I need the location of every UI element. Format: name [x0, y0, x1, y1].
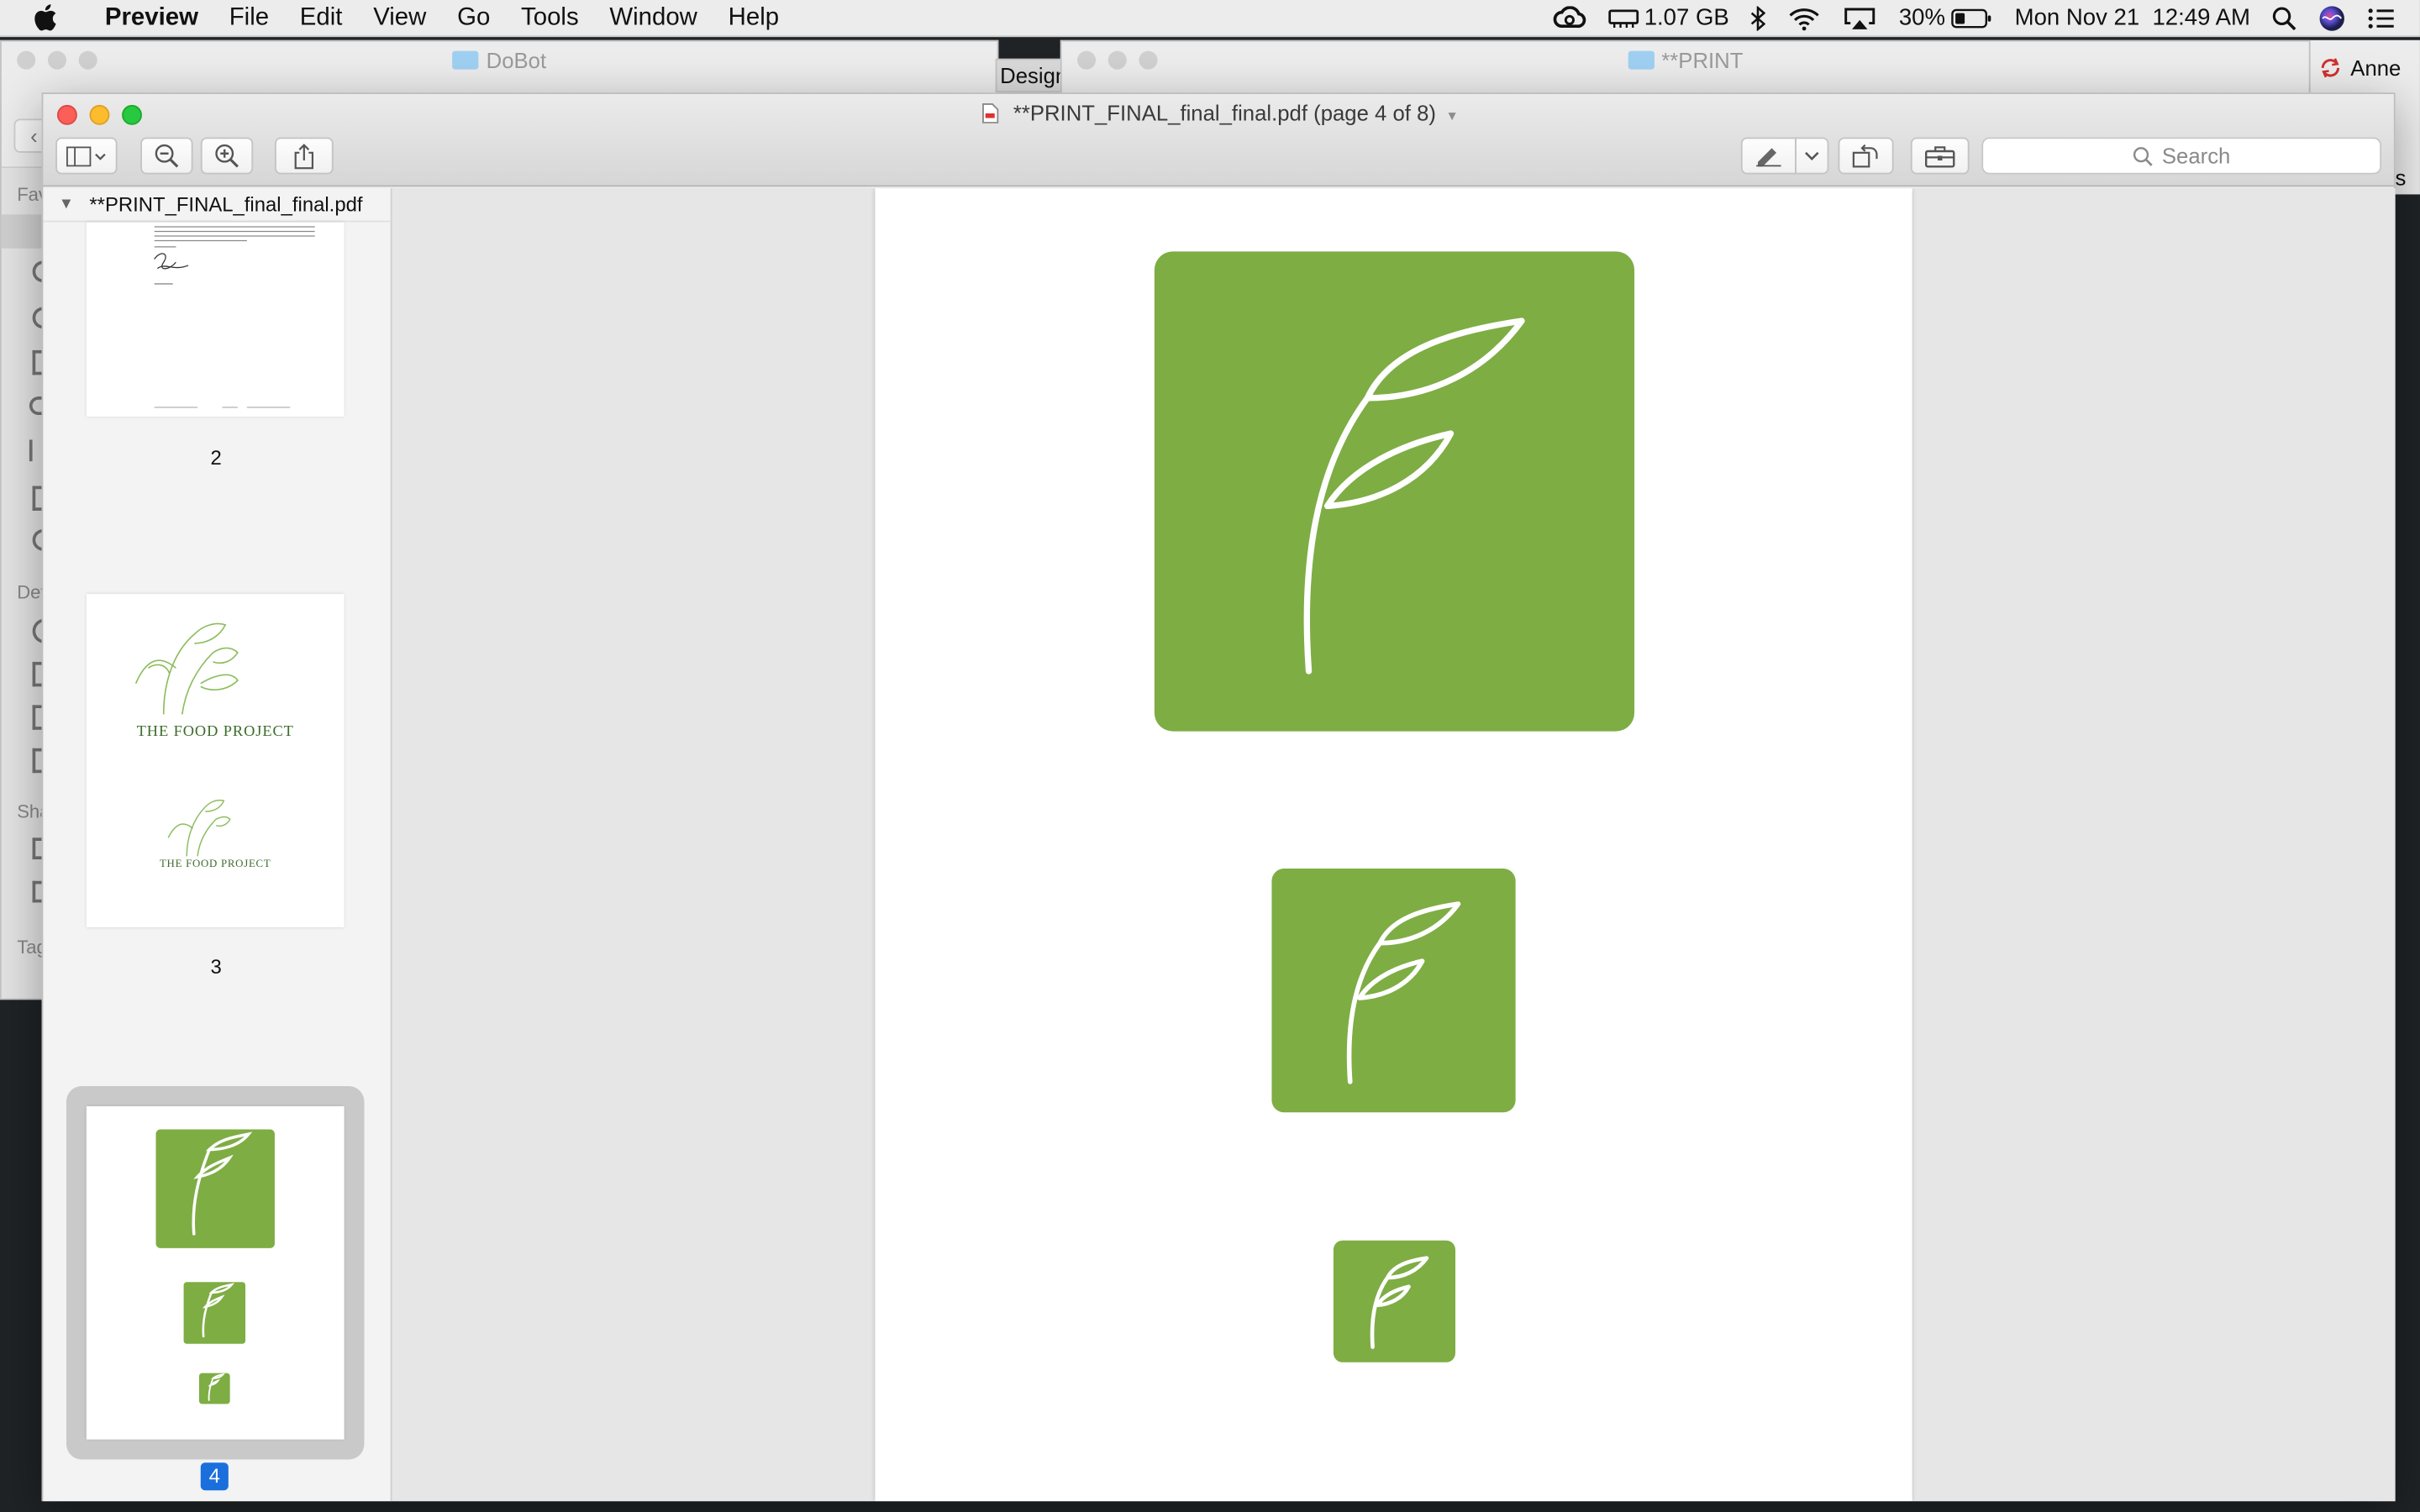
document-view[interactable] [392, 188, 2396, 1502]
markup-toolbar-button[interactable] [1910, 137, 1970, 175]
status-menus: 1.07 GB 30% Mon Nov 21 12:49 AM [1553, 4, 2420, 32]
menu-tools[interactable]: Tools [506, 4, 594, 32]
bg-sidebar: Fav Dev Sha Tag [1, 168, 50, 999]
markup-button[interactable] [1740, 137, 1797, 175]
disclosure-triangle-icon[interactable]: ▼ [59, 196, 74, 213]
memory-text: 1.07 GB [1644, 4, 1729, 31]
menu-edit[interactable]: Edit [284, 4, 357, 32]
menu-window[interactable]: Window [594, 4, 713, 32]
zoom-in-button[interactable] [200, 137, 254, 175]
wifi-icon[interactable] [1788, 5, 1822, 30]
spotlight-search-icon[interactable] [2272, 5, 2296, 30]
zoom-out-button[interactable] [140, 137, 193, 175]
leaf-icon [1370, 1256, 1429, 1349]
menu-bar: Preview File Edit View Go Tools Window H… [0, 0, 2420, 38]
bluetooth-icon[interactable] [1751, 5, 1766, 30]
thumbnail-sidebar[interactable]: ▼ **PRINT_FINAL_final_final.pdf 2 THE FO… [43, 188, 392, 1502]
rotate-icon [1852, 144, 1878, 168]
leaf-icon [202, 1283, 235, 1338]
bg-window-title-bar: **PRINT [1062, 42, 2309, 79]
chevron-down-icon [1805, 151, 1819, 160]
folder-icon [1627, 50, 1655, 70]
window-title: **PRINT_FINAL_final_final.pdf (page 4 of… [1013, 100, 1436, 125]
page-number-4: 4 [208, 1464, 220, 1488]
sidebar-document-name: **PRINT_FINAL_final_final.pdf [89, 192, 363, 217]
wordmark-large: THE FOOD PROJECT [136, 723, 294, 741]
app-icon-large [1154, 251, 1635, 732]
share-button[interactable] [274, 137, 334, 175]
toolbox-icon [1925, 145, 1955, 167]
page-thumbnail-2[interactable] [86, 222, 345, 417]
siri-icon[interactable] [2318, 4, 2346, 32]
page-number-2: 2 [210, 445, 222, 470]
close-button-inactive[interactable] [1077, 50, 1097, 70]
share-icon [294, 143, 314, 169]
sidebar-view-button[interactable] [55, 137, 118, 175]
bg-edge-text: s [2395, 165, 2407, 190]
bg-tab-design[interactable]: Design [995, 58, 1065, 93]
creative-cloud-icon[interactable] [1553, 6, 1586, 29]
markup-menu-button[interactable] [1795, 137, 1829, 175]
sync-icon [2321, 58, 2340, 78]
minimize-button-inactive[interactable] [1107, 50, 1127, 70]
leaf-icon [1346, 901, 1461, 1084]
apple-menu-icon[interactable] [0, 3, 90, 33]
icon-tile-large-thumb [155, 1129, 275, 1248]
user-name: Anne [2350, 55, 2402, 81]
pdf-page-4[interactable] [875, 188, 1912, 1502]
sidebar-item-selected[interactable] [1, 214, 44, 249]
app-icon-medium [1271, 869, 1516, 1113]
bg-window-title-bar: DoBot [2, 42, 997, 79]
sidebar-icon [66, 145, 106, 166]
leaf-icon [192, 1131, 253, 1236]
page-number-4-badge: 4 [200, 1462, 229, 1491]
search-placeholder: Search [2161, 143, 2231, 169]
title-chevron-down-icon[interactable]: ▾ [1448, 108, 1455, 125]
icon-tile-medium-thumb [183, 1282, 246, 1344]
zoom-out-icon [155, 144, 179, 168]
food-project-logo-small [167, 799, 231, 857]
zoom-button-inactive[interactable] [78, 50, 97, 70]
wordmark-small: THE FOOD PROJECT [159, 858, 271, 870]
menu-app-preview[interactable]: Preview [90, 4, 214, 32]
bg-tab-label: Design [1000, 63, 1065, 88]
page-thumbnail-3[interactable]: THE FOOD PROJECT THE FOOD PROJECT [86, 594, 345, 927]
leaf-icon [208, 1373, 225, 1401]
folder-icon [452, 50, 479, 70]
screen: Preview File Edit View Go Tools Window H… [0, 0, 2420, 1512]
leaf-icon [1303, 318, 1525, 675]
app-icon-small [1333, 1240, 1456, 1362]
menu-help[interactable]: Help [713, 4, 794, 32]
zoom-in-icon [215, 144, 239, 168]
zoom-button-inactive[interactable] [1139, 50, 1158, 70]
user-account[interactable]: Anne [2318, 55, 2402, 81]
bg-window-title: DoBot [486, 47, 547, 73]
minimize-button-inactive[interactable] [47, 50, 66, 70]
menu-file[interactable]: File [213, 4, 284, 32]
notification-center-icon[interactable] [2367, 7, 2395, 29]
menu-view[interactable]: View [358, 4, 442, 32]
preview-window: **PRINT_FINAL_final_final.pdf (page 4 of… [41, 92, 2396, 1502]
memory-status[interactable]: 1.07 GB [1608, 4, 1729, 31]
letter-page-preview [154, 226, 315, 408]
close-button-inactive[interactable] [17, 50, 36, 70]
airplay-icon[interactable] [1844, 5, 1877, 29]
search-icon [2133, 146, 2153, 165]
window-title-area[interactable]: **PRINT_FINAL_final_final.pdf (page 4 of… [43, 100, 2393, 125]
clock[interactable]: Mon Nov 21 12:49 AM [2015, 5, 2250, 31]
pdf-document-icon [981, 103, 998, 123]
title-bar: **PRINT_FINAL_final_final.pdf (page 4 of… [43, 94, 2394, 187]
page-number-3: 3 [210, 954, 222, 979]
battery-status[interactable]: 30% [1899, 5, 1993, 31]
bg-window-title: **PRINT [1661, 47, 1744, 73]
rotate-button[interactable] [1838, 137, 1894, 175]
food-project-logo-large [134, 622, 239, 715]
markup-pen-icon [1756, 148, 1781, 167]
page-thumbnail-4[interactable] [86, 1105, 345, 1440]
menu-go[interactable]: Go [442, 4, 506, 32]
icon-tile-small-thumb [198, 1373, 230, 1404]
search-field[interactable]: Search [1981, 137, 2382, 175]
battery-percent: 30% [1898, 4, 1945, 31]
sidebar-document-header[interactable]: ▼ **PRINT_FINAL_final_final.pdf [43, 188, 391, 223]
